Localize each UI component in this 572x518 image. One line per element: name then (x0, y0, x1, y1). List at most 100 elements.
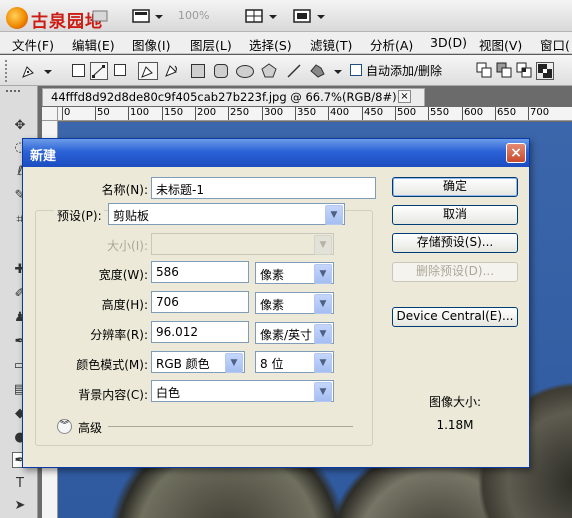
menu-window[interactable]: 窗口( (540, 35, 570, 54)
menu-image[interactable]: 图像(I) (132, 35, 170, 54)
zoom-level-field[interactable]: 100% (178, 9, 236, 25)
ruler-label: 150 (164, 107, 184, 118)
tools-panel-grip[interactable] (6, 90, 20, 94)
advanced-divider (108, 426, 353, 427)
intersect-shapes-icon[interactable] (516, 62, 532, 80)
horizontal-ruler[interactable]: 0 50 100 150 200 250 300 350 400 450 500… (58, 107, 572, 121)
ruler-tick (295, 107, 296, 120)
device-central-button[interactable]: Device Central(E)... (392, 307, 518, 327)
options-bar-grip[interactable] (5, 60, 11, 82)
combine-shapes-icon[interactable] (476, 62, 492, 80)
pen-tool-icon[interactable] (138, 62, 158, 80)
ruler-tick (528, 107, 529, 120)
bridge-icon[interactable] (92, 8, 114, 25)
ruler-tick (195, 107, 196, 120)
size-label: 大小(I): (107, 239, 148, 253)
bit-depth-select[interactable]: 8 位 ▼ (255, 351, 334, 373)
menu-analysis[interactable]: 分析(A) (370, 35, 413, 54)
pen-tool-preset-icon[interactable] (20, 62, 54, 80)
resolution-unit-select[interactable]: 像素/英寸 ▼ (255, 322, 334, 344)
ruler-tick (395, 107, 396, 120)
resolution-label: 分辨率(R): (90, 328, 148, 342)
freeform-pen-icon[interactable] (163, 62, 183, 80)
document-tab[interactable]: 44fffd8d92d8de80c9f405cab27b223f.jpg @ 6… (42, 88, 425, 106)
dialog-close-icon[interactable]: × (506, 143, 526, 163)
auto-add-delete-checkbox[interactable] (350, 64, 362, 76)
ruler-label: 550 (430, 107, 450, 118)
cancel-button[interactable]: 取消 (392, 205, 518, 225)
height-unit-select[interactable]: 像素 ▼ (255, 292, 334, 314)
custom-shape-icon[interactable] (308, 62, 344, 80)
height-input[interactable]: 706 (151, 291, 249, 313)
paths-icon[interactable] (90, 62, 108, 80)
advanced-label[interactable]: 高级 (78, 419, 102, 436)
shape-layers-icon[interactable] (72, 64, 85, 77)
menu-file[interactable]: 文件(F) (12, 35, 54, 54)
height-label: 高度(H): (101, 298, 148, 312)
dialog-title: 新建 (30, 149, 57, 164)
polygon-shape-icon[interactable] (260, 62, 278, 80)
width-input[interactable]: 586 (151, 261, 249, 283)
preset-label: 预设(P): (54, 207, 104, 224)
ruler-tick (328, 107, 329, 120)
ruler-label: 650 (497, 107, 517, 118)
ruler-label: 250 (230, 107, 250, 118)
dialog-titlebar[interactable] (23, 139, 529, 167)
rounded-rectangle-icon[interactable] (214, 64, 228, 78)
type-tool-icon[interactable]: T (12, 476, 28, 492)
chevron-down-icon: ▼ (314, 353, 332, 373)
path-selection-tool-icon[interactable]: ➤ (12, 498, 28, 514)
preset-select[interactable]: 剪贴板 ▼ (108, 203, 345, 225)
delete-preset-button: 删除预设(D)... (392, 262, 518, 282)
chevron-down-icon: ▼ (314, 294, 332, 314)
ruler-label: 50 (97, 107, 110, 118)
menu-edit[interactable]: 编辑(E) (72, 35, 115, 54)
logo-icon (6, 7, 28, 29)
ruler-tick (62, 107, 63, 120)
chevron-down-icon: ▼ (314, 382, 332, 402)
rectangle-shape-icon[interactable] (191, 64, 205, 78)
name-label: 名称(N): (101, 183, 148, 197)
exclude-shapes-icon[interactable] (536, 62, 554, 80)
ruler-label: 450 (364, 107, 384, 118)
bit-depth-value: 8 位 (260, 357, 284, 371)
line-shape-icon[interactable] (285, 62, 303, 80)
view-extras-menu-icon[interactable] (132, 8, 166, 25)
arrange-documents-icon[interactable] (245, 8, 281, 25)
ruler-origin[interactable] (42, 107, 58, 121)
ruler-tick (162, 107, 163, 120)
menu-layer[interactable]: 图层(L) (190, 35, 232, 54)
close-icon[interactable]: × (398, 90, 411, 103)
color-mode-select[interactable]: RGB 颜色 ▼ (151, 351, 245, 373)
chevron-down-icon: ▼ (325, 205, 343, 225)
size-select: ▼ (151, 233, 334, 255)
menu-select[interactable]: 选择(S) (249, 35, 292, 54)
height-unit-value: 像素 (260, 298, 285, 312)
ellipse-shape-icon[interactable] (236, 65, 254, 78)
name-input[interactable]: 未标题-1 (151, 177, 376, 199)
resolution-unit-value: 像素/英寸 (260, 328, 313, 342)
ruler-label: 600 (464, 107, 484, 118)
resolution-input[interactable]: 96.012 (151, 321, 249, 343)
width-unit-select[interactable]: 像素 ▼ (255, 262, 334, 284)
ok-button[interactable]: 确定 (392, 177, 518, 197)
ruler-label: 700 (530, 107, 550, 118)
expand-advanced-icon[interactable]: ︾ (57, 419, 72, 434)
fill-pixels-icon[interactable] (114, 64, 126, 76)
menu-3d[interactable]: 3D(D) (430, 35, 467, 50)
width-label: 宽度(W): (98, 268, 148, 282)
chevron-down-icon: ▼ (225, 353, 243, 373)
ruler-tick (128, 107, 129, 120)
screen-mode-icon[interactable] (293, 8, 329, 25)
move-tool-icon[interactable]: ✥ (12, 118, 28, 134)
background-contents-select[interactable]: 白色 ▼ (151, 380, 334, 402)
ruler-tick (362, 107, 363, 120)
save-preset-button[interactable]: 存储预设(S)... (392, 233, 518, 253)
ruler-tick (262, 107, 263, 120)
menu-filter[interactable]: 滤镜(T) (310, 35, 352, 54)
image-size-value: 1.18M (436, 418, 474, 432)
chevron-down-icon: ▼ (314, 235, 332, 255)
menu-view[interactable]: 视图(V) (479, 35, 522, 54)
subtract-shapes-icon[interactable] (496, 62, 512, 80)
ruler-label: 200 (197, 107, 217, 118)
